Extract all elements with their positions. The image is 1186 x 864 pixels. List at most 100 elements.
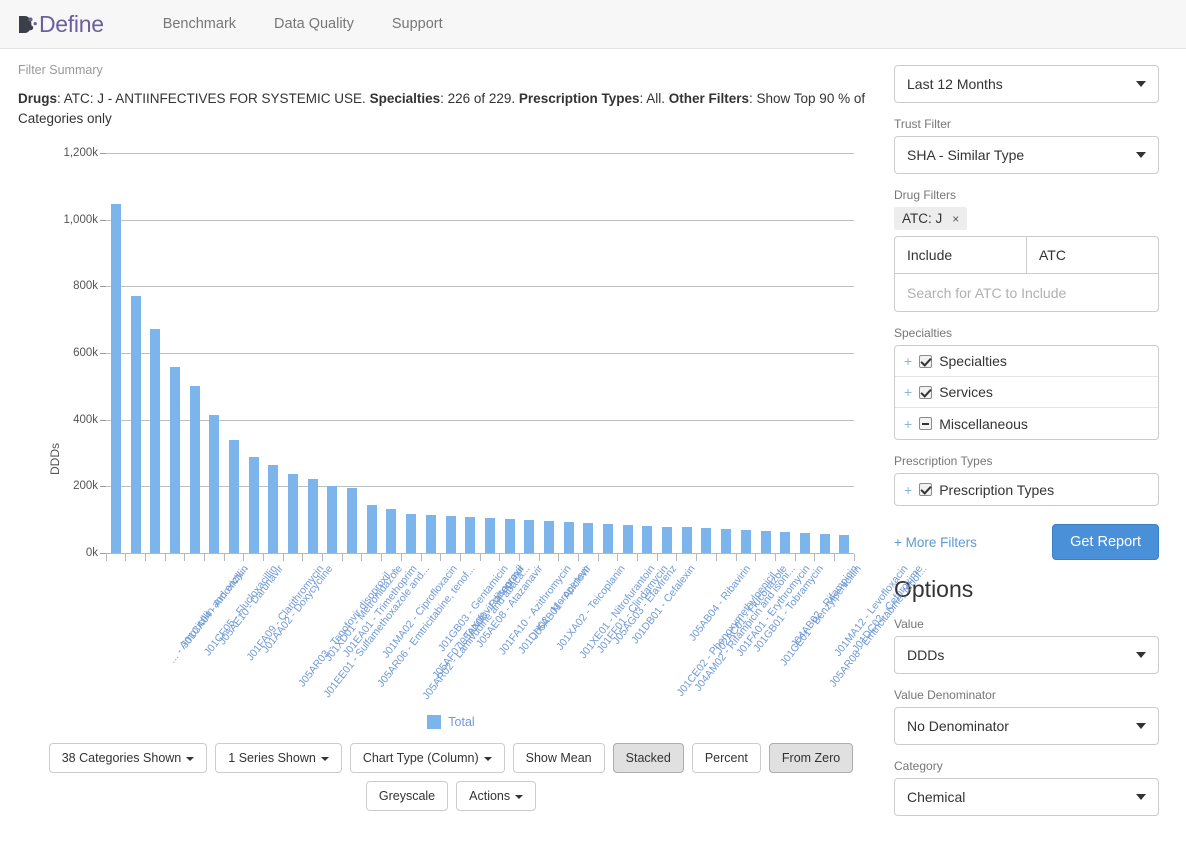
app-logo[interactable]: Define xyxy=(18,11,104,38)
button-label: Greyscale xyxy=(378,789,436,803)
period-select[interactable]: Last 12 Months xyxy=(894,65,1159,103)
get-report-button[interactable]: Get Report xyxy=(1052,524,1159,560)
drug-filter-mode-value: Include xyxy=(907,247,953,263)
greyscale-button[interactable]: Greyscale xyxy=(365,781,449,811)
bar[interactable] xyxy=(681,527,692,553)
categories-shown-button[interactable]: 38 Categories Shown xyxy=(48,743,208,773)
bar[interactable] xyxy=(150,329,161,553)
specialty-row-2[interactable]: + Miscellaneous xyxy=(895,408,1158,439)
bar[interactable] xyxy=(622,524,633,553)
button-label: From Zero xyxy=(781,751,841,765)
more-filters-link[interactable]: + More Filters xyxy=(894,535,977,550)
bar[interactable] xyxy=(760,531,771,553)
bar[interactable] xyxy=(484,518,495,553)
from-zero-button[interactable]: From Zero xyxy=(768,743,854,773)
chevron-down-icon xyxy=(1136,723,1146,729)
bar[interactable] xyxy=(209,414,220,553)
bar-slot xyxy=(106,153,126,553)
bar[interactable] xyxy=(465,517,476,553)
x-axis-tick xyxy=(302,554,323,561)
drug-filter-search-input[interactable] xyxy=(894,274,1159,312)
drug-filter-mode-select[interactable]: Include xyxy=(894,236,1026,274)
x-axis-tick xyxy=(479,554,500,561)
bar[interactable] xyxy=(288,474,299,553)
bar[interactable] xyxy=(642,525,653,553)
nav-link-benchmark[interactable]: Benchmark xyxy=(144,0,255,49)
bar[interactable] xyxy=(780,532,791,553)
x-axis-tick xyxy=(676,554,697,561)
bar[interactable] xyxy=(110,203,121,553)
show-mean-button[interactable]: Show Mean xyxy=(512,743,605,773)
bar[interactable] xyxy=(366,505,377,553)
x-axis-tick xyxy=(282,554,303,561)
bar[interactable] xyxy=(799,533,810,553)
bar-slot xyxy=(264,153,284,553)
checkbox-icon[interactable] xyxy=(919,417,933,430)
stacked-button[interactable]: Stacked xyxy=(612,743,684,773)
bar[interactable] xyxy=(130,295,141,553)
legend-label-total[interactable]: Total xyxy=(448,715,474,729)
bar[interactable] xyxy=(740,530,751,553)
checkbox-icon[interactable] xyxy=(919,483,933,496)
bar-series-total[interactable] xyxy=(106,153,854,553)
bar[interactable] xyxy=(327,486,338,553)
bar[interactable] xyxy=(662,526,673,553)
bar[interactable] xyxy=(228,440,239,553)
chart-legend: Total xyxy=(18,715,884,729)
series-shown-button[interactable]: 1 Series Shown xyxy=(215,743,342,773)
category-select[interactable]: Chemical xyxy=(894,778,1159,816)
bar[interactable] xyxy=(583,523,594,553)
drug-filter-tag[interactable]: ATC: J × xyxy=(894,207,968,230)
drug-filter-type-select[interactable]: ATC xyxy=(1026,236,1159,274)
bar[interactable] xyxy=(406,513,417,553)
percent-button[interactable]: Percent xyxy=(691,743,761,773)
bar[interactable] xyxy=(425,515,436,553)
expand-icon[interactable]: + xyxy=(904,416,912,432)
expand-icon[interactable]: + xyxy=(904,353,912,369)
bar[interactable] xyxy=(563,522,574,553)
bar[interactable] xyxy=(445,516,456,553)
bar[interactable] xyxy=(819,534,830,553)
bar[interactable] xyxy=(347,487,358,553)
expand-icon[interactable]: + xyxy=(904,384,912,400)
actions-button[interactable]: Actions xyxy=(456,781,537,811)
bar[interactable] xyxy=(721,529,732,553)
specialties-tree: + Specialties + Services + Miscellaneous xyxy=(894,345,1159,440)
value-label: Value xyxy=(894,617,924,631)
chart-type-button[interactable]: Chart Type (Column) xyxy=(349,743,505,773)
trust-filter-select[interactable]: SHA - Similar Type xyxy=(894,136,1159,174)
nav-link-support[interactable]: Support xyxy=(373,0,462,49)
value-denominator-select[interactable]: No Denominator xyxy=(894,707,1159,745)
bar[interactable] xyxy=(189,385,200,553)
bar[interactable] xyxy=(248,457,259,553)
bar-chart: DDDs 1,200k 1,000k 800k 600k 400k 200k 0k ... … xyxy=(18,145,930,811)
value-select[interactable]: DDDs xyxy=(894,636,1159,674)
bar[interactable] xyxy=(603,524,614,553)
bar[interactable] xyxy=(386,508,397,553)
x-axis-tick xyxy=(538,554,559,561)
bar[interactable] xyxy=(543,521,554,553)
checkbox-icon[interactable] xyxy=(919,385,933,399)
x-axis-tick xyxy=(243,554,264,561)
trust-filter-value: SHA - Similar Type xyxy=(907,147,1025,163)
caret-down-icon xyxy=(320,756,329,761)
bar[interactable] xyxy=(839,535,850,553)
close-icon[interactable]: × xyxy=(952,212,959,226)
expand-icon[interactable]: + xyxy=(904,482,912,498)
bar[interactable] xyxy=(268,465,279,553)
prescription-type-row-0[interactable]: + Prescription Types xyxy=(895,474,1158,505)
bar[interactable] xyxy=(701,528,712,553)
nav-link-data-quality[interactable]: Data Quality xyxy=(255,0,373,49)
checkbox-icon[interactable] xyxy=(919,354,933,368)
specialty-row-0[interactable]: + Specialties xyxy=(895,346,1158,377)
bar[interactable] xyxy=(524,520,535,553)
x-axis-tick xyxy=(656,554,677,561)
bar[interactable] xyxy=(169,367,180,553)
filter-summary-value-0: : ATC: J - ANTIINFECTIVES FOR SYSTEMIC U… xyxy=(57,91,370,106)
x-axis-tick xyxy=(184,554,205,561)
bar[interactable] xyxy=(504,519,515,553)
drug-filter-type-value: ATC xyxy=(1039,247,1066,263)
bar[interactable] xyxy=(307,479,318,553)
bar-slot xyxy=(441,153,461,553)
specialty-row-1[interactable]: + Services xyxy=(895,377,1158,408)
